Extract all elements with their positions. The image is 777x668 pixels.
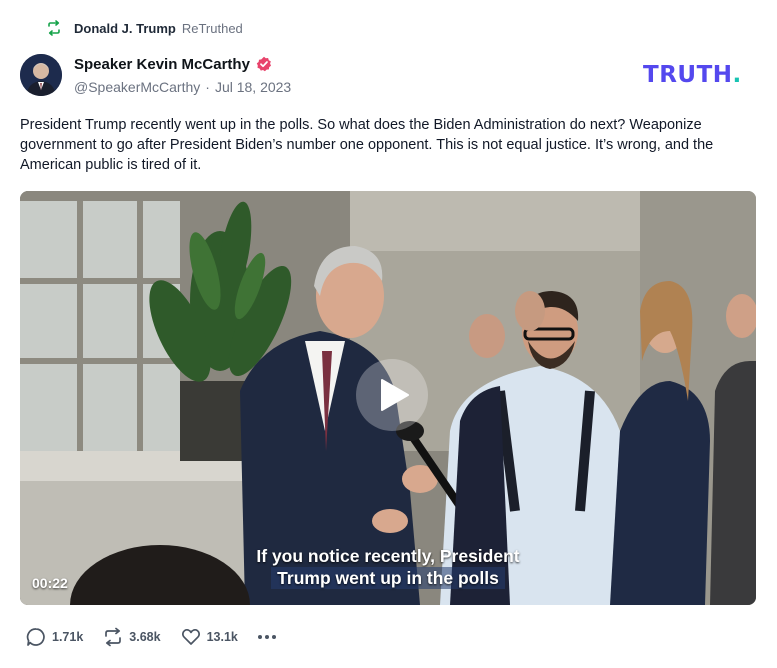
play-button[interactable] — [356, 359, 428, 431]
reply-icon — [26, 628, 45, 646]
retruth-icon — [46, 20, 62, 36]
caption-line-1: If you notice recently, President — [256, 546, 520, 566]
retruth-label: ReTruthed — [181, 20, 243, 36]
post-author: Speaker Kevin McCarthy @SpeakerMcCarthy … — [74, 54, 291, 96]
play-icon — [380, 379, 409, 411]
post-date[interactable]: Jul 18, 2023 — [215, 79, 291, 95]
meta-separator: · — [205, 79, 210, 95]
like-count: 13.1k — [206, 630, 238, 644]
post-text: President Trump recently went up in the … — [20, 117, 714, 173]
heart-icon — [181, 628, 200, 645]
more-icon[interactable] — [257, 627, 276, 647]
caption-line-2: Trump went up in the polls — [271, 567, 505, 589]
retruth-icon — [105, 627, 122, 647]
video-player[interactable]: If you notice recently, President Trump … — [20, 191, 756, 605]
avatar[interactable] — [20, 54, 62, 96]
like-button[interactable]: 13.1k — [181, 627, 238, 647]
truth-logo-text: TRUTH — [643, 62, 733, 88]
retruth-button[interactable]: 3.68k — [103, 627, 161, 647]
reply-count: 1.71k — [52, 630, 84, 644]
retruth-count: 3.68k — [129, 630, 161, 644]
truth-logo[interactable]: TRUTH. — [643, 62, 742, 88]
truth-logo-dot: . — [732, 62, 742, 88]
retruth-user-name[interactable]: Donald J. Trump — [74, 21, 176, 36]
reply-button[interactable]: 1.71k — [26, 627, 83, 647]
verified-badge-icon — [256, 56, 272, 72]
video-duration: 00:22 — [32, 575, 68, 591]
author-name[interactable]: Speaker Kevin McCarthy — [74, 56, 250, 73]
retruth-banner: Donald J. Trump ReTruthed — [46, 18, 243, 38]
post-actions: 1.71k 3.68k 13.1k — [26, 626, 276, 648]
author-handle[interactable]: @SpeakerMcCarthy — [74, 79, 200, 95]
video-caption: If you notice recently, President Trump … — [238, 545, 538, 589]
